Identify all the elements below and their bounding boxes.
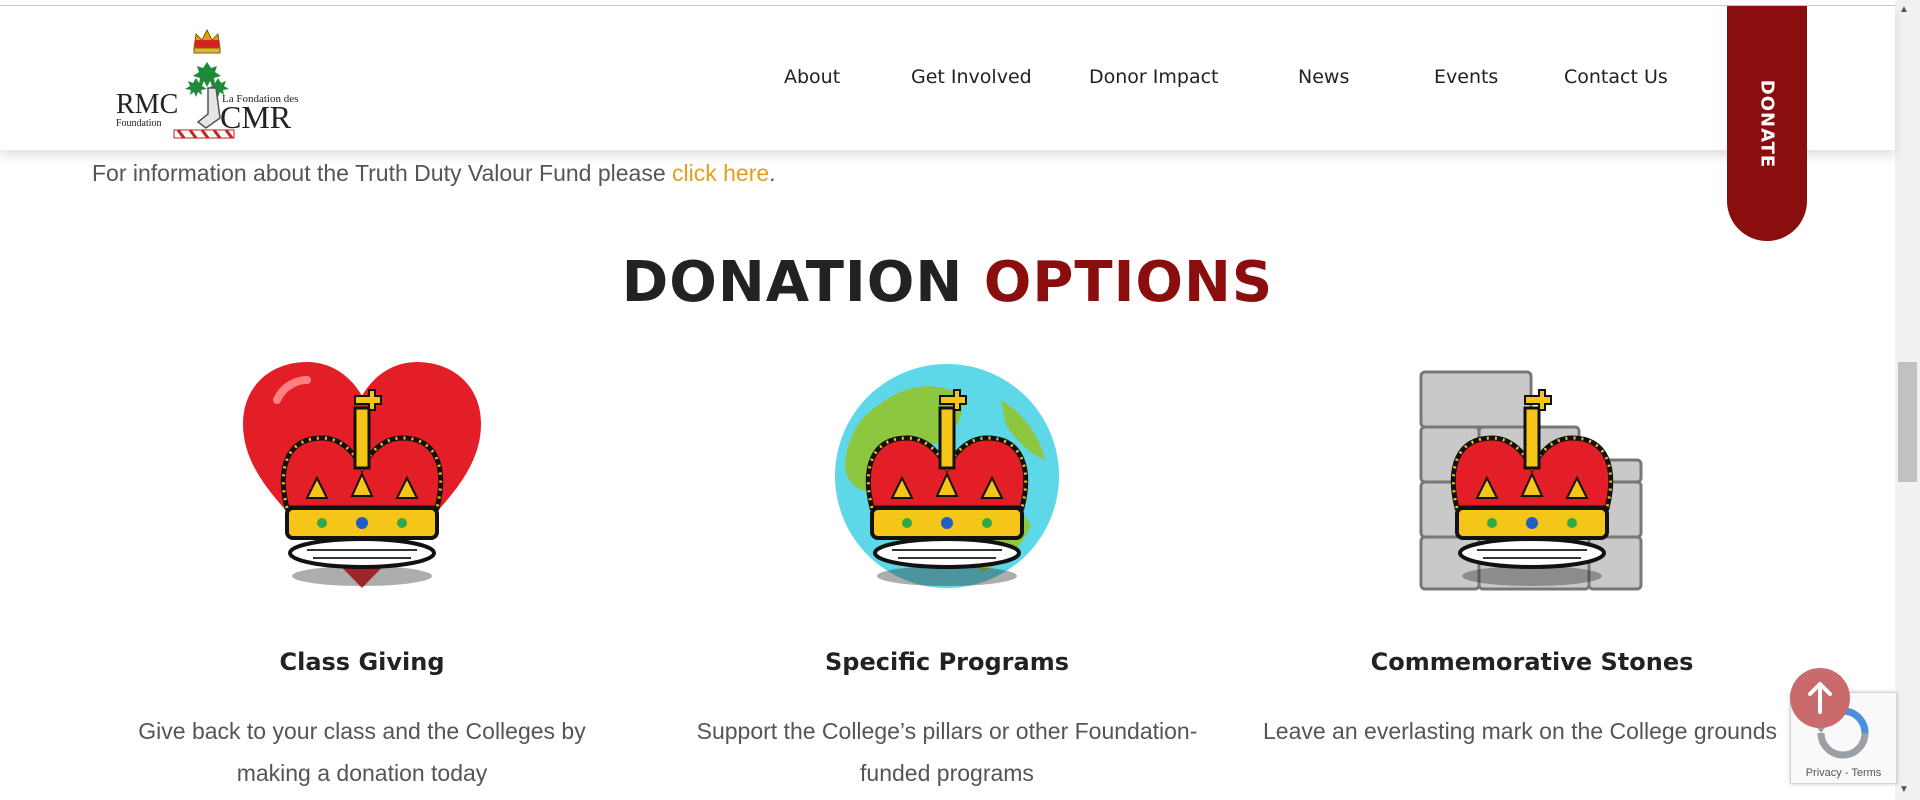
back-to-top-button[interactable]	[1790, 668, 1850, 728]
card-description: Support the College’s pillars or other F…	[696, 718, 1198, 786]
svg-text:CMR: CMR	[220, 99, 292, 135]
card-title[interactable]: Class Giving	[82, 648, 642, 676]
scroll-up-arrow-icon[interactable]: ▲	[1899, 4, 1909, 15]
card-title[interactable]: Specific Programs	[667, 648, 1227, 676]
section-title-part2: OPTIONS	[983, 250, 1274, 315]
svg-text:Foundation: Foundation	[116, 118, 162, 129]
section-title: DONATION OPTIONS	[0, 250, 1895, 315]
nav-get-involved[interactable]: Get Involved	[911, 66, 1032, 88]
donate-label: DONATE	[1756, 79, 1778, 169]
crown-heart-icon[interactable]	[237, 360, 487, 597]
card-description: Give back to your class and the Colleges…	[138, 718, 586, 786]
nav-events[interactable]: Events	[1434, 66, 1498, 88]
info-text: For information about the Truth Duty Val…	[92, 160, 776, 187]
scroll-down-arrow-icon[interactable]: ▼	[1899, 784, 1909, 795]
arrow-up-icon	[1808, 682, 1832, 714]
rmc-foundation-logo[interactable]: RMC Foundation La Fondation des CMR	[112, 18, 302, 144]
crown-stones-icon[interactable]	[1416, 360, 1648, 597]
nav-donor-impact[interactable]: Donor Impact	[1089, 66, 1218, 88]
card-description: Leave an everlasting mark on the College…	[1263, 718, 1777, 744]
info-end: .	[769, 160, 776, 186]
recaptcha-terms[interactable]: Privacy - Terms	[1791, 767, 1896, 779]
card-title[interactable]: Commemorative Stones	[1252, 648, 1812, 676]
section-title-part1: DONATION	[621, 250, 964, 315]
nav-news[interactable]: News	[1298, 66, 1349, 88]
site-header: RMC Foundation La Fondation des CMR Abou…	[0, 6, 1895, 150]
crown-globe-icon[interactable]	[831, 360, 1063, 597]
nav-about[interactable]: About	[784, 66, 840, 88]
donate-button[interactable]: DONATE	[1727, 6, 1807, 241]
info-sentence: For information about the Truth Duty Val…	[92, 160, 672, 186]
nav-contact-us[interactable]: Contact Us	[1564, 66, 1668, 88]
click-here-link[interactable]: click here	[672, 160, 769, 186]
logo-text-rmc: RMC	[116, 89, 178, 120]
scroll-thumb[interactable]	[1898, 362, 1917, 482]
